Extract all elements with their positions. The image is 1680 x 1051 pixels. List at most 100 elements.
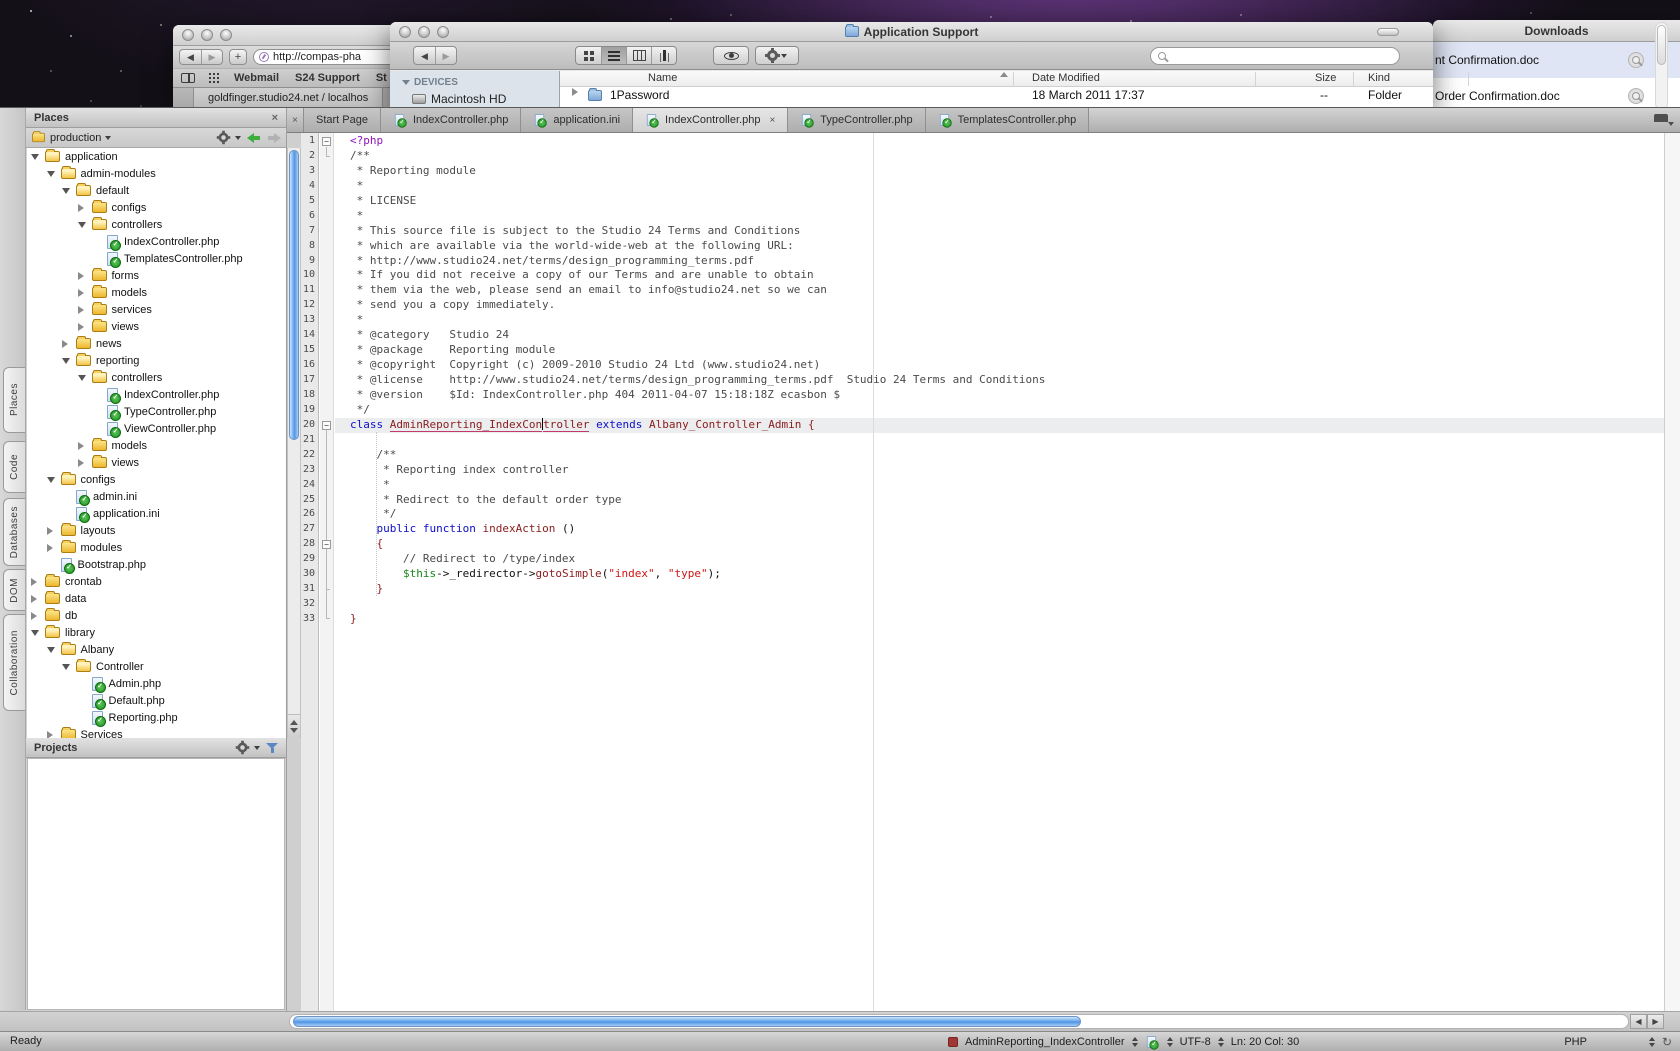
- scroll-left-icon[interactable]: ◀: [1630, 1014, 1647, 1029]
- projects-gear-icon[interactable]: [238, 743, 248, 753]
- expand-arrow-icon[interactable]: [47, 527, 60, 535]
- tree-folder-Controller[interactable]: Controller: [27, 658, 286, 675]
- expand-arrow-icon[interactable]: [78, 289, 91, 297]
- tree-folder-db[interactable]: db: [27, 607, 286, 624]
- tree-folder-news[interactable]: news: [27, 335, 286, 352]
- expand-arrow-icon[interactable]: [31, 595, 44, 603]
- bookmark-item[interactable]: St: [376, 72, 387, 84]
- finder-nav-buttons[interactable]: ◀▶: [413, 46, 457, 65]
- navigate-back-icon[interactable]: [247, 133, 261, 143]
- sync-icon[interactable]: ↻: [1662, 1035, 1672, 1049]
- tree-folder-library[interactable]: library: [27, 624, 286, 641]
- close-tab-icon[interactable]: ×: [769, 115, 775, 126]
- icon-view-button[interactable]: [576, 47, 601, 64]
- tree-folder-configs[interactable]: configs: [27, 199, 286, 216]
- expand-arrow-icon[interactable]: [78, 459, 91, 467]
- zoom-window-button[interactable]: [220, 29, 232, 41]
- collapse-arrow-icon[interactable]: [47, 477, 60, 483]
- tree-file-IndexController.php[interactable]: IndexController.php: [27, 386, 286, 403]
- rail-tab-collaboration[interactable]: Collaboration: [3, 614, 25, 711]
- tree-folder-forms[interactable]: forms: [27, 267, 286, 284]
- tree-folder-crontab[interactable]: crontab: [27, 573, 286, 590]
- column-header-size[interactable]: Size: [1315, 72, 1336, 84]
- forward-icon[interactable]: ▶: [435, 47, 456, 64]
- scc-stepper-icon[interactable]: [1167, 1037, 1173, 1047]
- quick-look-button[interactable]: [713, 46, 749, 65]
- coverflow-view-button[interactable]: [651, 47, 676, 64]
- symbol-stepper-icon[interactable]: [1132, 1037, 1138, 1047]
- tree-file-admin.ini[interactable]: admin.ini: [27, 488, 286, 505]
- tree-folder-views[interactable]: views: [27, 318, 286, 335]
- hscroll-thumb[interactable]: [293, 1016, 1081, 1027]
- tree-file-TemplatesController.php[interactable]: TemplatesController.php: [27, 250, 286, 267]
- browser-tab[interactable]: goldfinger.studio24.net / localhos: [193, 88, 383, 108]
- sidebar-item-macintosh-hd[interactable]: Macintosh HD: [390, 91, 559, 107]
- fold-minus-icon[interactable]: −: [322, 137, 331, 146]
- sort-direction-icon[interactable]: [1000, 72, 1008, 77]
- back-icon[interactable]: ◀: [414, 47, 435, 64]
- tree-folder-views[interactable]: views: [27, 454, 286, 471]
- tree-folder-modules[interactable]: modules: [27, 539, 286, 556]
- rail-tab-places[interactable]: Places: [3, 367, 25, 433]
- expand-arrow-icon[interactable]: [78, 272, 91, 280]
- column-header-date[interactable]: Date Modified: [1032, 72, 1100, 84]
- tree-file-Admin.php[interactable]: Admin.php: [27, 675, 286, 692]
- editor-tab-templatescontroller-php[interactable]: TemplatesController.php: [926, 108, 1090, 132]
- expand-arrow-icon[interactable]: [572, 88, 578, 96]
- tab-overflow-menu-icon[interactable]: [1654, 113, 1674, 127]
- fold-minus-icon[interactable]: −: [322, 421, 331, 430]
- collapse-arrow-icon[interactable]: [78, 375, 91, 381]
- tree-folder-Albany[interactable]: Albany: [27, 641, 286, 658]
- rail-tab-databases[interactable]: Databases: [3, 498, 25, 566]
- expand-arrow-icon[interactable]: [78, 442, 91, 450]
- section-collapse-icon[interactable]: [402, 80, 410, 85]
- scc-status-icon[interactable]: [1146, 1036, 1155, 1048]
- editor-tab-application-ini[interactable]: application.ini: [521, 108, 633, 132]
- expand-arrow-icon[interactable]: [78, 323, 91, 331]
- forward-icon[interactable]: ▶: [201, 50, 222, 64]
- expand-arrow-icon[interactable]: [47, 731, 60, 739]
- expand-arrow-icon[interactable]: [78, 204, 91, 212]
- bookmark-item[interactable]: S24 Support: [295, 72, 360, 84]
- tree-file-IndexController.php[interactable]: IndexController.php: [27, 233, 286, 250]
- tree-folder-data[interactable]: data: [27, 590, 286, 607]
- bookmarks-book-icon[interactable]: [181, 73, 195, 83]
- tree-folder-layouts[interactable]: layouts: [27, 522, 286, 539]
- close-panel-icon[interactable]: ×: [272, 112, 278, 124]
- table-row[interactable]: 1Password18 March 2011 17:37--Folder: [560, 87, 1433, 104]
- tree-file-application.ini[interactable]: application.ini: [27, 505, 286, 522]
- column-header-kind[interactable]: Kind: [1368, 72, 1390, 84]
- top-sites-icon[interactable]: [209, 73, 220, 84]
- editor-tab-typecontroller-php[interactable]: TypeController.php: [788, 108, 925, 132]
- scroll-right-icon[interactable]: ▶: [1647, 1014, 1664, 1029]
- back-icon[interactable]: ◀: [180, 50, 201, 64]
- editor-tab-start-page[interactable]: Start Page: [303, 108, 381, 132]
- new-tab-button[interactable]: +: [229, 49, 247, 65]
- tree-scrollbar[interactable]: [287, 148, 301, 738]
- scope-selector[interactable]: production: [50, 132, 101, 144]
- code-content[interactable]: <?php/** * Reporting module * * LICENSE …: [335, 133, 1664, 1011]
- search-input[interactable]: [1150, 47, 1400, 65]
- collapse-arrow-icon[interactable]: [78, 222, 91, 228]
- fold-minus-icon[interactable]: −: [322, 540, 331, 549]
- tree-folder-admin-modules[interactable]: admin-modules: [27, 165, 286, 182]
- column-header-name[interactable]: Name: [648, 72, 677, 84]
- scroll-up-icon[interactable]: [290, 720, 298, 725]
- tree-folder-services[interactable]: services: [27, 301, 286, 318]
- expand-arrow-icon[interactable]: [78, 306, 91, 314]
- bookmark-item[interactable]: Webmail: [234, 72, 279, 84]
- reveal-in-finder-icon[interactable]: [1628, 52, 1644, 68]
- download-item[interactable]: nt Confirmation.doc: [1433, 42, 1680, 78]
- tree-file-Default.php[interactable]: Default.php: [27, 692, 286, 709]
- view-switcher[interactable]: [575, 46, 677, 65]
- projects-panel[interactable]: [27, 758, 285, 1010]
- expand-arrow-icon[interactable]: [62, 340, 75, 348]
- collapse-arrow-icon[interactable]: [62, 188, 75, 194]
- encoding-indicator[interactable]: UTF-8: [1180, 1036, 1211, 1048]
- expand-arrow-icon[interactable]: [31, 578, 44, 586]
- places-gear-icon[interactable]: [219, 133, 229, 143]
- encoding-stepper-icon[interactable]: [1218, 1037, 1224, 1047]
- current-symbol[interactable]: AdminReporting_IndexController: [965, 1036, 1125, 1048]
- expand-arrow-icon[interactable]: [31, 612, 44, 620]
- browser-nav-buttons[interactable]: ◀▶: [179, 49, 223, 65]
